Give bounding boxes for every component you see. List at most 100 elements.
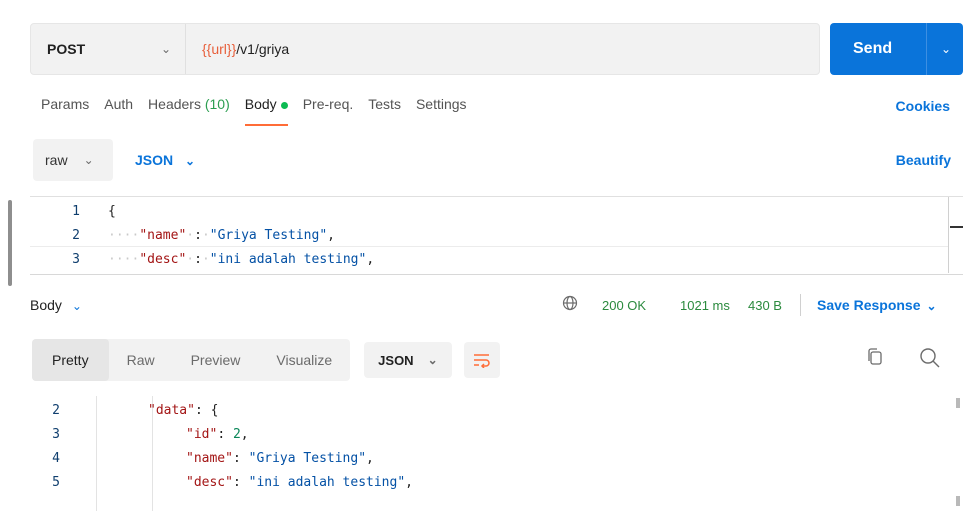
cookies-link[interactable]: Cookies (896, 98, 950, 114)
json-key: "name" (186, 450, 233, 466)
wrap-lines-button[interactable] (463, 342, 500, 378)
save-response-button[interactable]: Save Response ⌄ (817, 297, 937, 313)
json-value: "Griya Testing" (209, 227, 328, 243)
response-time[interactable]: 1021 ms (680, 298, 730, 313)
method-label: POST (47, 41, 86, 57)
whitespace-dots: · (201, 251, 210, 267)
whitespace-dots: · (186, 251, 195, 267)
json-value: "ini adalah testing" (248, 474, 406, 490)
whitespace-dots: · (201, 227, 210, 243)
request-body-editor[interactable]: 1 { 2 ····"name"·:·"Griya Testing", 3 ··… (30, 196, 963, 273)
line-number: 3 (52, 426, 60, 442)
editor-line: 3 ····"desc"·:·"ini adalah testing", (30, 249, 374, 269)
comma: , (366, 450, 374, 466)
code-text: "name": "Griya Testing", (82, 451, 374, 466)
tab-auth[interactable]: Auth (104, 96, 133, 126)
line-number: 5 (52, 474, 60, 490)
format-tab-pretty[interactable]: Pretty (32, 339, 109, 381)
code-text: { (86, 204, 116, 219)
json-key: "desc" (186, 474, 233, 490)
response-size[interactable]: 430 B (748, 298, 782, 313)
whitespace-dots: ···· (108, 227, 140, 243)
json-key: "name" (139, 227, 187, 243)
send-label: Send (853, 40, 893, 57)
tab-pre-req[interactable]: Pre-req. (303, 96, 354, 126)
chevron-down-icon: ⌄ (427, 353, 438, 367)
pane-splitter-handle[interactable] (8, 200, 12, 286)
response-body-select[interactable]: Body ⌄ (30, 297, 82, 313)
chevron-down-icon: ⌄ (926, 299, 937, 313)
code-text: ····"name"·:·"Griya Testing", (86, 228, 335, 243)
whitespace-dots: · (186, 227, 195, 243)
json-key: "data" (148, 402, 195, 418)
comma: , (405, 474, 413, 490)
status-code[interactable]: 200 OK (602, 298, 646, 313)
punctuation: : { (194, 402, 219, 418)
editor-divider[interactable] (30, 274, 963, 275)
editor-line: 2 ····"name"·:·"Griya Testing", (30, 225, 335, 245)
format-tabs: Pretty Raw Preview Visualize (32, 339, 351, 381)
comma: , (327, 227, 335, 243)
response-format-bar: Pretty Raw Preview Visualize JSON ⌄ (32, 339, 500, 381)
tab-tests[interactable]: Tests (368, 96, 401, 126)
wrap-lines-icon (473, 354, 490, 368)
editor-scrollbar-track[interactable] (948, 197, 949, 273)
search-icon[interactable] (919, 347, 941, 369)
body-mode-select[interactable]: raw ⌄ (33, 138, 113, 181)
format-tab-raw[interactable]: Raw (109, 339, 173, 381)
response-language-label: JSON (378, 352, 414, 368)
body-language-select[interactable]: JSON ⌄ (135, 152, 195, 168)
tab-body-label: Body (244, 96, 277, 112)
response-language-select[interactable]: JSON ⌄ (364, 342, 452, 378)
code-text: "data": { (82, 403, 218, 418)
line-number: 4 (52, 450, 60, 466)
body-language-label: JSON (135, 151, 174, 168)
body-options: raw ⌄ JSON ⌄ Beautify (33, 137, 963, 182)
tab-headers[interactable]: Headers (10) (148, 96, 230, 126)
json-key: "id" (186, 426, 218, 442)
comma: , (366, 251, 375, 267)
chevron-down-icon: ⌄ (83, 152, 94, 167)
whitespace-dots: ···· (108, 251, 140, 267)
url-variable: {{url}} (202, 41, 237, 57)
chevron-down-icon: ⌄ (161, 42, 172, 56)
response-body-viewer[interactable]: 2 "data": { 3 "id": 2, 4 "name": "Griya … (30, 398, 963, 511)
colon: : (232, 450, 249, 466)
comma: , (240, 426, 249, 442)
globe-icon[interactable] (562, 295, 578, 316)
divider (800, 294, 801, 316)
json-value: "Griya Testing" (248, 450, 367, 466)
tab-settings[interactable]: Settings (416, 96, 467, 126)
chevron-down-icon[interactable]: ⌄ (927, 42, 951, 56)
editor-line: 1 { (30, 201, 116, 221)
tab-params[interactable]: Params (41, 96, 89, 126)
json-number: 2 (232, 426, 241, 442)
code-text: "id": 2, (82, 427, 249, 442)
method-select[interactable]: POST ⌄ (31, 24, 186, 74)
colon: : (232, 474, 249, 490)
url-input[interactable]: {{url}}/v1/griya (186, 41, 289, 57)
copy-icon[interactable] (866, 347, 884, 367)
body-indicator-dot (280, 101, 288, 109)
request-bar: POST ⌄ {{url}}/v1/griya (30, 23, 820, 75)
response-scrollbar-bottom[interactable] (956, 496, 960, 506)
response-line: 5 "desc": "ini adalah testing", (30, 470, 413, 494)
response-header: Body ⌄ 200 OK 1021 ms 430 B Save Response… (30, 290, 963, 320)
response-line: 3 "id": 2, (30, 422, 249, 446)
editor-scroll-marker (950, 226, 963, 228)
colon: : (194, 251, 202, 267)
save-response-label: Save Response (817, 297, 921, 313)
send-button[interactable]: Send ⌄ (830, 23, 963, 75)
format-tab-visualize[interactable]: Visualize (258, 339, 350, 381)
editor-line-guide (30, 246, 948, 247)
headers-count: (10) (204, 96, 230, 112)
format-tab-preview[interactable]: Preview (173, 339, 259, 381)
colon: : (194, 227, 202, 243)
code-text: "desc": "ini adalah testing", (82, 475, 413, 490)
url-path: /v1/griya (236, 41, 290, 57)
code-text: ····"desc"·:·"ini adalah testing", (86, 252, 374, 267)
line-number: 2 (72, 227, 80, 243)
response-scrollbar-top[interactable] (956, 398, 960, 408)
tab-body[interactable]: Body (244, 96, 288, 126)
beautify-link[interactable]: Beautify (896, 152, 951, 168)
